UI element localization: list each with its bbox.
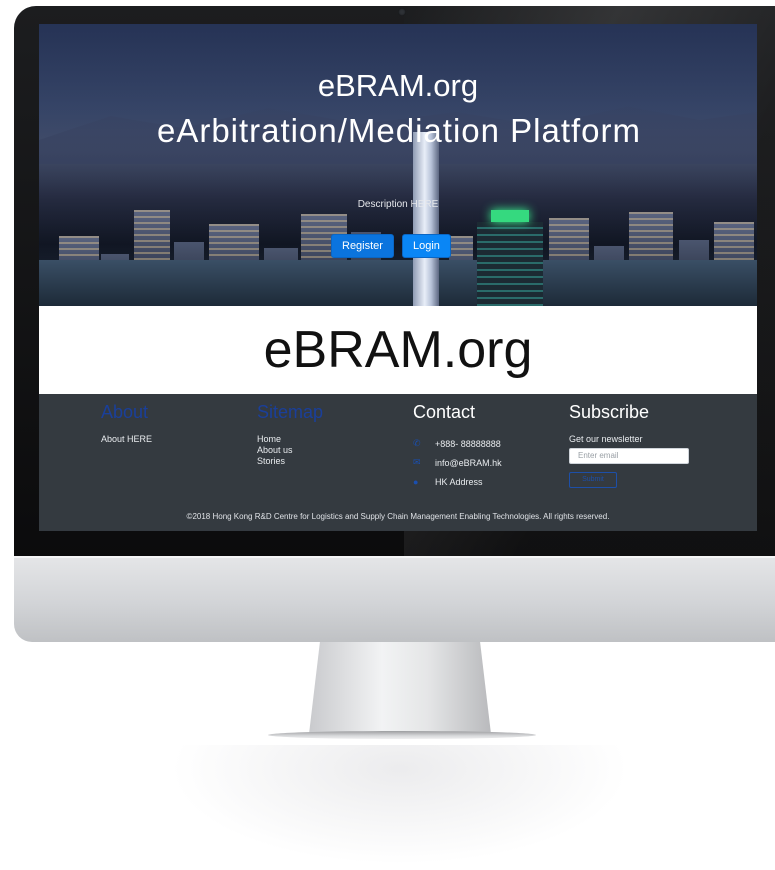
subscribe-text: Get our newsletter [569, 434, 643, 444]
envelope-icon: ✉ [413, 457, 421, 467]
hero-section: eBRAM.org eArbitration/Mediation Platfor… [39, 24, 757, 306]
contact-email-text[interactable]: info@eBRAM.hk [435, 458, 502, 468]
sitemap-link-home[interactable]: Home [257, 434, 323, 445]
map-marker-icon: ● [413, 476, 419, 487]
subscribe-email-input[interactable]: Enter email [569, 448, 689, 464]
footer-copyright: ©2018 Hong Kong R&D Centre for Logistics… [186, 512, 610, 521]
monitor-stand-neck [309, 642, 491, 734]
overlay-site-name: eBRAM.org [39, 306, 757, 394]
footer-sitemap: Sitemap Home About us Stories [257, 402, 323, 467]
footer-contact-heading: Contact [413, 402, 476, 422]
register-button[interactable]: Register [331, 234, 394, 258]
phone-icon: ✆ [413, 438, 421, 448]
monitor-reflection [170, 745, 630, 865]
contact-phone: ✆ +888- 88888888 [413, 434, 502, 453]
footer-subscribe-heading: Subscribe [569, 402, 650, 422]
sitemap-link-stories[interactable]: Stories [257, 456, 323, 467]
hero-description: Description HERE [357, 199, 439, 210]
footer-about-heading: About [101, 402, 149, 422]
contact-address-text: HK Address [435, 476, 483, 487]
hero-buttons: Register Login [331, 234, 451, 258]
screen: eBRAM.org eArbitration/Mediation Platfor… [39, 24, 757, 531]
contact-address: ● HK Address [413, 472, 502, 491]
subscribe-submit-button[interactable]: Submit [569, 472, 617, 488]
hero-background-green-tower [477, 210, 543, 306]
login-button[interactable]: Login [401, 234, 451, 258]
hero-site-name: eBRAM.org [317, 68, 479, 103]
footer-subscribe: Subscribe Get our newsletter Enter email… [569, 402, 689, 488]
footer-about: About About HERE [101, 402, 152, 445]
footer-sitemap-heading: Sitemap [257, 402, 324, 422]
footer: About About HERE Sitemap Home About us S… [39, 394, 757, 531]
contact-phone-text: +888- 88888888 [435, 438, 501, 449]
hero-background-tower [413, 132, 439, 306]
footer-contact: Contact ✆ +888- 88888888 ✉ info@eBRAM.hk… [413, 402, 502, 491]
contact-email: ✉ info@eBRAM.hk [413, 453, 502, 472]
sitemap-link-about-us[interactable]: About us [257, 445, 323, 456]
monitor-mockup: eBRAM.org eArbitration/Mediation Platfor… [0, 0, 775, 870]
hero-background-water [39, 260, 757, 306]
camera-icon [398, 8, 406, 16]
monitor-chin [14, 556, 775, 642]
monitor-stand-base [268, 731, 536, 739]
footer-about-text: About HERE [101, 434, 153, 444]
hero-title: eArbitration/Mediation Platform [156, 112, 642, 149]
